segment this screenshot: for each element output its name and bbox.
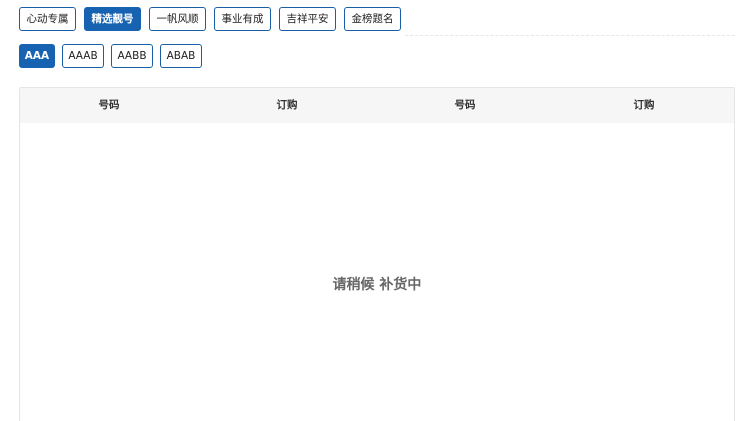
tab-yifan-fengshun[interactable]: 一帆风顺: [149, 7, 206, 31]
number-table: 号码 订购 号码 订购 请稍候 补货中: [19, 87, 735, 421]
tab-xindong-zhuanshu[interactable]: 心动专属: [19, 7, 76, 31]
table-header: 号码 订购 号码 订购: [20, 88, 734, 123]
divider: [405, 35, 735, 36]
column-header-order: 订购: [633, 99, 655, 111]
column-header-number: 号码: [98, 99, 120, 111]
column-header-number: 号码: [454, 99, 476, 111]
pattern-tab-abab[interactable]: ABAB: [160, 44, 202, 68]
pattern-tab-aaa[interactable]: AAA: [19, 44, 55, 68]
empty-state-message: 请稍候 补货中: [332, 277, 422, 293]
tab-jinbang-timing[interactable]: 金榜题名: [344, 7, 401, 31]
tab-jixiang-pingan[interactable]: 吉祥平安: [279, 7, 336, 31]
number-selection-page: 心动专属 精选靓号 一帆风顺 事业有成 吉祥平安 金榜题名 AAA AAAB A…: [0, 0, 750, 421]
pattern-tab-aaab[interactable]: AAAB: [62, 44, 104, 68]
tab-jingxuan-lianghao[interactable]: 精选靓号: [84, 7, 141, 31]
pattern-tab-aabb[interactable]: AABB: [111, 44, 153, 68]
column-header-order: 订购: [276, 99, 298, 111]
tab-shiye-youcheng[interactable]: 事业有成: [214, 7, 271, 31]
